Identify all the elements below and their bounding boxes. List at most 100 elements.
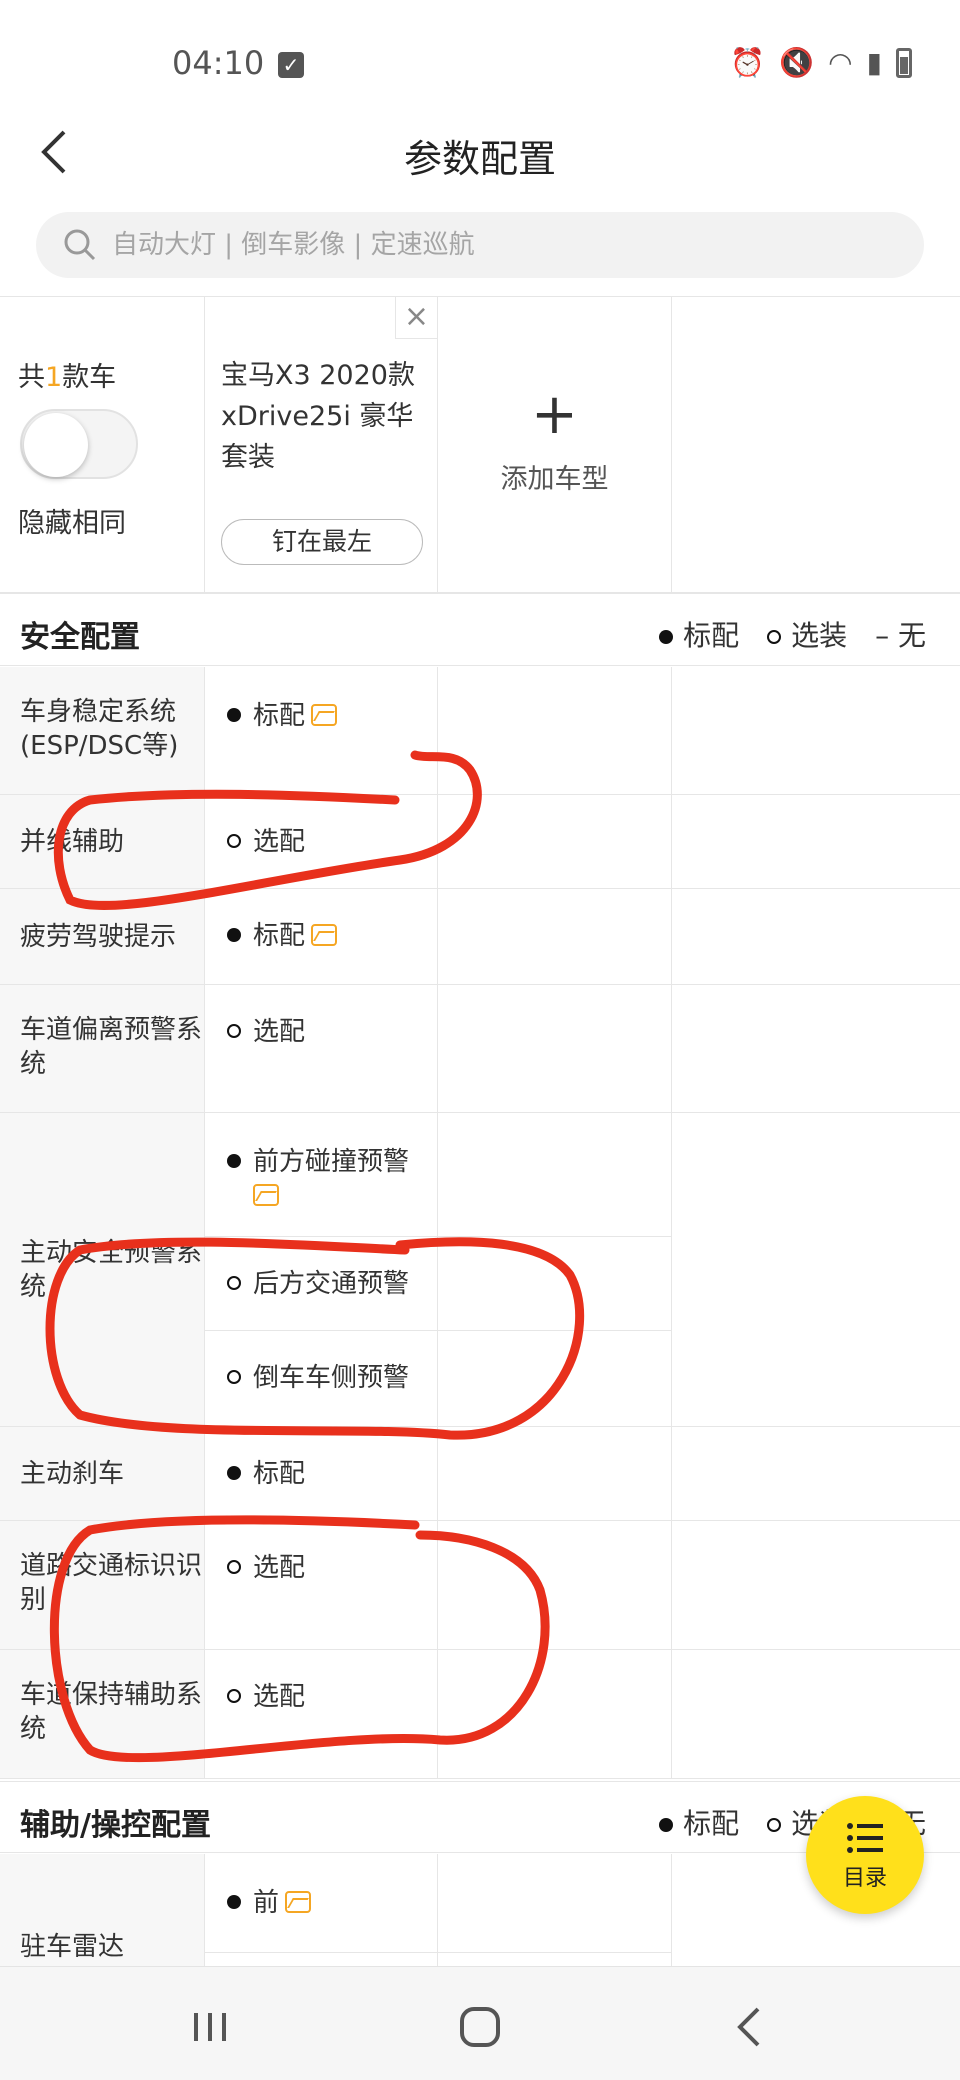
mute-icon: 🔇 xyxy=(779,46,815,79)
table-row: 道路交通标识识别 选配 xyxy=(0,1521,960,1650)
recent-apps-icon[interactable] xyxy=(180,1997,240,2057)
table-row: 并线辅助 选配 xyxy=(0,795,960,889)
cell-value-text: 标配 xyxy=(253,921,306,951)
cell-value: 选配 xyxy=(227,1551,432,1585)
pin-left-button[interactable]: 钉在最左 xyxy=(221,519,423,565)
filled-dot-icon xyxy=(227,1895,241,1909)
filled-dot-icon xyxy=(659,1818,674,1832)
cell-value: 选配 xyxy=(227,825,432,859)
empty-cell xyxy=(438,795,672,888)
header: 参数配置 xyxy=(0,112,960,192)
sub-row-divider xyxy=(205,1330,672,1331)
row-value-cell: 选配 xyxy=(205,1521,438,1649)
image-icon[interactable] xyxy=(285,1891,312,1913)
cell-value: 标配 xyxy=(227,919,432,953)
image-icon[interactable] xyxy=(253,1184,279,1206)
plus-icon: + xyxy=(531,382,578,447)
image-icon[interactable] xyxy=(311,704,338,726)
car-count-column: 共1款车 隐藏相同 xyxy=(0,297,205,593)
row-label: 车道偏离预警系统 xyxy=(0,985,205,1112)
add-car-button[interactable]: + 添加车型 xyxy=(438,297,672,593)
cell-value: 选配 xyxy=(227,1015,432,1049)
cell-value-text: 倒车车侧预警 xyxy=(253,1363,410,1393)
row-label: 车身稳定系统(ESP/DSC等) xyxy=(0,667,205,794)
status-icons: ⏰ 🔇 ◠ ▮ xyxy=(730,46,912,79)
car-count-suffix: 款车 xyxy=(62,362,117,393)
legend: 标配 选装 – 无 xyxy=(659,614,926,654)
row-label: 主动刹车 xyxy=(0,1427,205,1520)
section-header-safety: 安全配置 标配 选装 – 无 xyxy=(0,594,960,666)
cell-value-text: 选配 xyxy=(253,1682,306,1712)
page-title: 参数配置 xyxy=(403,137,556,181)
cell-value-text: 标配 xyxy=(253,1459,306,1489)
table-row: 车道偏离预警系统 选配 xyxy=(0,985,960,1113)
table-row: 车道保持辅助系统 选配 xyxy=(0,1650,960,1779)
legend-optional-label: 选装 xyxy=(791,619,848,652)
row-value-cell: 标配 xyxy=(205,667,438,794)
image-icon[interactable] xyxy=(311,924,338,946)
cell-value-text: 选配 xyxy=(253,1017,306,1047)
filled-dot-icon xyxy=(227,1466,241,1480)
cell-value: 标配 xyxy=(227,699,432,733)
close-icon[interactable]: × xyxy=(395,297,437,339)
list-icon xyxy=(847,1823,883,1853)
filled-dot-icon xyxy=(659,630,674,644)
section-title: 辅助/操控配置 xyxy=(20,1808,211,1843)
cell-value-text: 前 xyxy=(253,1888,280,1918)
filled-dot-icon xyxy=(227,928,241,942)
ring-dot-icon xyxy=(227,1024,241,1038)
legend-standard-label: 标配 xyxy=(683,619,740,652)
legend-standard-label: 标配 xyxy=(683,1807,740,1840)
home-icon[interactable] xyxy=(450,1997,510,2057)
sub-row-divider xyxy=(205,1952,672,1953)
hide-same-toggle[interactable] xyxy=(20,409,138,479)
back-nav-icon[interactable] xyxy=(720,1997,780,2057)
cell-value: 后方交通预警 xyxy=(227,1267,432,1301)
table-row: 主动刹车 标配 xyxy=(0,1427,960,1521)
cell-value-text: 前方碰撞预警 xyxy=(253,1147,410,1177)
cell-value: 倒车车侧预警 xyxy=(227,1361,432,1395)
row-value-cell: 前方碰撞预警 后方交通预警 倒车车侧预警 xyxy=(205,1113,438,1426)
search-icon xyxy=(64,229,96,261)
table-row: 疲劳驾驶提示 标配 xyxy=(0,889,960,985)
status-time: 04:10 xyxy=(172,44,265,82)
wifi-icon: ◠ xyxy=(828,46,853,79)
table-row: 车身稳定系统(ESP/DSC等) 标配 xyxy=(0,667,960,795)
table-row: 主动安全预警系统 前方碰撞预警 后方交通预警 倒车车侧预警 xyxy=(0,1113,960,1427)
row-value-cell: 选配 xyxy=(205,795,438,888)
car-count-number: 1 xyxy=(45,362,63,393)
row-label: 道路交通标识识别 xyxy=(0,1521,205,1649)
alarm-icon: ⏰ xyxy=(730,46,766,79)
row-label: 驻车雷达 xyxy=(0,1854,205,1966)
cell-value-text: 选配 xyxy=(253,827,306,857)
ring-dot-icon xyxy=(227,1689,241,1703)
filled-dot-icon xyxy=(227,1154,241,1168)
add-car-label: 添加车型 xyxy=(500,464,609,495)
search-bar[interactable] xyxy=(36,212,924,278)
empty-cell xyxy=(438,1650,672,1778)
catalog-label: 目录 xyxy=(842,1866,887,1891)
legend-optional: 选装 xyxy=(767,614,847,654)
sub-row-divider xyxy=(205,1236,672,1237)
status-bar: 04:10 ✓ ⏰ 🔇 ◠ ▮ xyxy=(0,0,960,130)
catalog-button[interactable]: 目录 xyxy=(806,1796,924,1914)
signal-icon: ▮ xyxy=(866,46,882,79)
cell-value: 选配 xyxy=(227,1680,432,1714)
car-name[interactable]: 宝马X3 2020款 xDrive25i 豪华套装 xyxy=(221,355,421,478)
ring-dot-icon xyxy=(227,1560,241,1574)
car-column: × 宝马X3 2020款 xDrive25i 豪华套装 钉在最左 xyxy=(205,297,438,593)
cell-value: 前方碰撞预警 xyxy=(227,1145,432,1213)
car-count-prefix: 共 xyxy=(18,362,45,393)
empty-cell xyxy=(438,985,672,1112)
section-title: 安全配置 xyxy=(20,620,140,655)
row-value-cell: 前 xyxy=(205,1854,438,1966)
ring-dot-icon xyxy=(227,834,241,848)
checkbox-notification-icon: ✓ xyxy=(278,52,304,78)
row-value-cell: 标配 xyxy=(205,889,438,984)
row-label: 疲劳驾驶提示 xyxy=(0,889,205,984)
empty-cell xyxy=(438,1113,672,1426)
ring-dot-icon xyxy=(227,1276,241,1290)
empty-cell xyxy=(438,1521,672,1649)
cell-value-text: 后方交通预警 xyxy=(253,1269,410,1299)
search-input[interactable] xyxy=(112,230,872,260)
